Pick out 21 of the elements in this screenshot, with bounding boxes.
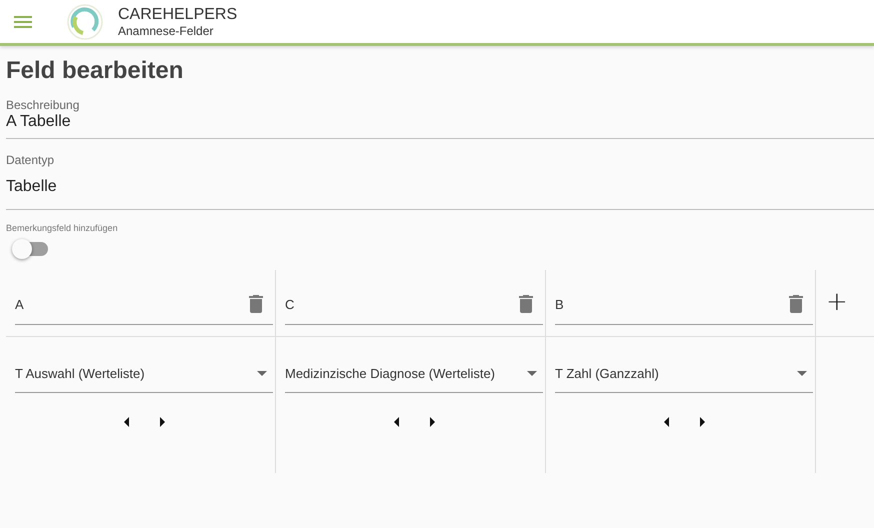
column-name-field[interactable]: A	[15, 285, 273, 325]
type-select[interactable]: T Zahl (Ganzzahl)	[555, 355, 813, 393]
add-column-button[interactable]: +	[826, 288, 848, 316]
delete-icon[interactable]	[787, 294, 805, 314]
column-name-field[interactable]: B	[555, 285, 813, 325]
delete-icon[interactable]	[247, 294, 265, 314]
app-subtitle: Anamnese-Felder	[118, 24, 214, 38]
dropdown-icon	[527, 371, 537, 376]
type-select[interactable]: Medizinzische Diagnose (Werteliste)	[285, 355, 543, 393]
column-name-field[interactable]: C	[285, 285, 543, 325]
toggle-switch[interactable]	[14, 242, 48, 256]
dropdown-icon	[257, 371, 267, 376]
logo-icon	[66, 2, 104, 40]
type-select[interactable]: T Auswahl (Werteliste)	[15, 355, 273, 393]
text-field[interactable]: Beschreibung A Tabelle	[6, 98, 874, 139]
toggle-label: Bemerkungsfeld hinzufügen	[6, 223, 119, 233]
dropdown-icon	[797, 371, 807, 376]
text-field[interactable]: Datentyp Tabelle	[6, 153, 874, 210]
delete-icon[interactable]	[517, 294, 535, 314]
app-title: CAREHELPERS	[118, 6, 238, 24]
page-title: Feld bearbeiten	[6, 56, 184, 86]
